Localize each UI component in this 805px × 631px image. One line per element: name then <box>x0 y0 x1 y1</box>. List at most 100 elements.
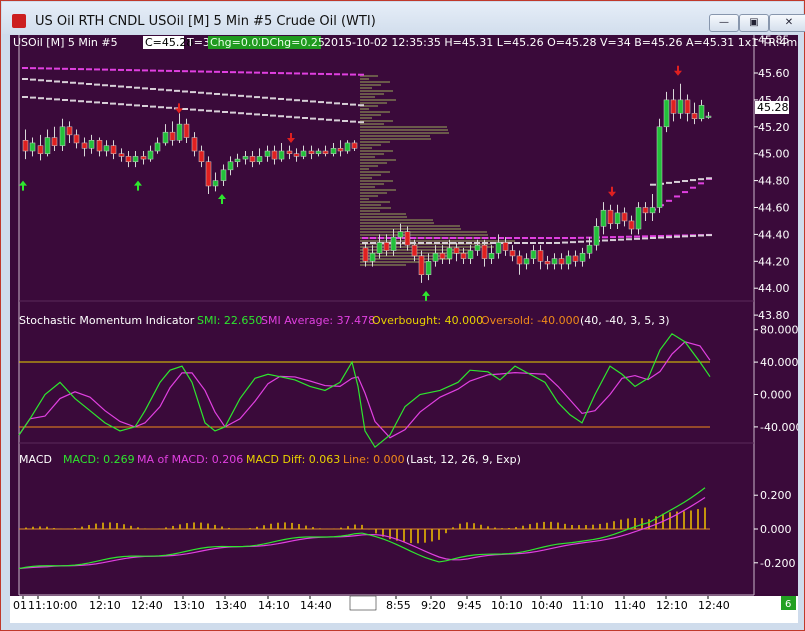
sell-arrow-icon <box>608 186 616 197</box>
candle-body <box>264 150 271 157</box>
candle-body <box>593 226 600 246</box>
candle-body <box>308 150 315 154</box>
price-axis-label: 44.80 <box>758 175 790 188</box>
time-axis-label: 01 <box>13 599 27 612</box>
macd-diff: MACD Diff: 0.063 <box>246 453 340 466</box>
smi-axis-label: -40.000 <box>760 421 798 434</box>
candle-body <box>362 247 369 262</box>
volume-profile-bar <box>360 159 396 161</box>
volume-profile-bar <box>360 114 381 116</box>
candle-body <box>439 252 446 259</box>
candle-body <box>425 261 432 276</box>
candle-body <box>558 258 565 265</box>
candle-body <box>271 150 278 160</box>
price-axis-label: 44.40 <box>758 228 790 241</box>
volume-profile-bar <box>360 144 381 146</box>
candle-body <box>44 137 51 154</box>
restore-button[interactable]: ▣ <box>739 14 769 32</box>
volume-profile-bar <box>360 165 378 167</box>
sell-arrow-icon <box>674 65 682 76</box>
time-axis-label: 12:40 <box>698 599 730 612</box>
candle-body <box>140 156 147 160</box>
candle-body <box>621 212 628 222</box>
candle-body <box>607 209 614 224</box>
macd-title: MACD <box>19 453 52 466</box>
candle-body <box>418 255 425 275</box>
candle-body <box>278 150 285 160</box>
volume-profile-bar <box>360 93 384 95</box>
candle-body <box>322 150 329 154</box>
candle-body <box>670 99 677 114</box>
volume-profile-bar <box>360 99 396 101</box>
time-axis-label: 11:40 <box>614 599 646 612</box>
candle-body <box>369 252 376 262</box>
candle-body <box>544 261 551 265</box>
candle-body <box>37 145 44 154</box>
smi-overbought: Overbought: 40.000 <box>372 314 483 327</box>
candle-body <box>176 123 183 141</box>
status-badge: 6 <box>785 599 791 610</box>
candle-body <box>205 161 212 187</box>
candle-body <box>212 180 219 187</box>
candle-body <box>293 153 300 157</box>
volume-profile-bar <box>360 228 461 230</box>
price-axis-label: 43.80 <box>758 309 790 322</box>
time-axis-label: 12:10 <box>656 599 688 612</box>
volume-profile-bar <box>360 219 433 221</box>
volume-profile-bar <box>360 183 384 185</box>
candle-body <box>635 207 642 230</box>
price-axis-label: 44.00 <box>758 282 790 295</box>
volume-profile-bar <box>360 168 369 170</box>
volume-profile-bar <box>360 204 381 206</box>
app-icon <box>12 14 26 28</box>
volume-profile-bar <box>360 78 369 80</box>
candle-body <box>705 115 712 118</box>
volume-profile-bar <box>360 222 434 224</box>
volume-profile-bar <box>360 102 387 104</box>
candle-body <box>586 244 593 254</box>
candle-body <box>460 252 467 259</box>
macd-axis-label: -0.200 <box>760 557 795 570</box>
volume-profile-bar <box>360 213 406 215</box>
candle-body <box>286 150 293 154</box>
price-axis-label: 44.60 <box>758 202 790 215</box>
candle-body <box>242 156 249 160</box>
candle-body <box>691 113 698 119</box>
close-button[interactable]: ✕ <box>769 14 805 32</box>
price-axis-label: 45.20 <box>758 121 790 134</box>
time-axis-label: 11:10:00 <box>28 599 77 612</box>
volume-profile-bar <box>360 129 448 131</box>
time-axis-label: 12:40 <box>131 599 163 612</box>
chart-canvas[interactable]: USOil [M] 5 Min #5 C=45.28 T=34 Chg=0.02… <box>10 35 798 623</box>
macd-axis-label: 0.200 <box>760 489 792 502</box>
smi-axis-label: 80.000 <box>760 324 798 337</box>
header-symbol: USOil [M] 5 Min #5 <box>13 36 118 49</box>
time-axis-label: 10:40 <box>531 599 563 612</box>
volume-profile-bar <box>360 150 393 152</box>
volume-profile-bar <box>360 120 393 122</box>
chart-window: US Oil RTH CNDL USOil [M] 5 Min #5 Crude… <box>0 0 805 631</box>
chart-area[interactable]: USOil [M] 5 Min #5 C=45.28 T=34 Chg=0.02… <box>10 35 798 623</box>
macd-line-value: Line: 0.000 <box>343 453 405 466</box>
minimize-button[interactable]: — <box>709 14 739 32</box>
volume-profile-bar <box>360 264 406 266</box>
candle-body <box>649 207 656 214</box>
candle-body <box>432 252 439 262</box>
volume-profile-bar <box>360 189 396 191</box>
candle-body <box>467 250 474 259</box>
candle-body <box>118 153 125 157</box>
title-bar[interactable]: US Oil RTH CNDL USOil [M] 5 Min #5 Crude… <box>2 2 805 34</box>
candle-body <box>628 220 635 230</box>
candle-body <box>509 250 516 257</box>
volume-profile-bar <box>360 147 372 149</box>
candle-body <box>642 207 649 214</box>
candle-body <box>51 137 58 146</box>
volume-profile-bar <box>360 207 391 209</box>
candle-body <box>516 255 523 265</box>
candle-body <box>376 242 383 254</box>
volume-profile-bar <box>360 84 381 86</box>
macd-params: (Last, 12, 26, 9, Exp) <box>406 453 521 466</box>
volume-profile-bar <box>360 162 387 164</box>
candle-body <box>256 156 263 163</box>
volume-profile-bar <box>360 225 460 227</box>
